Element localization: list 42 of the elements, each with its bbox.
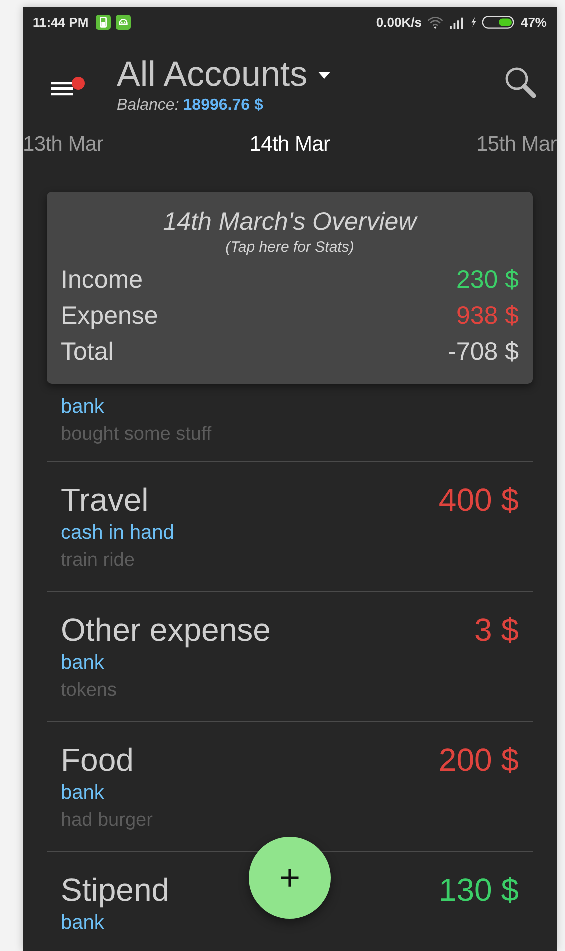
transaction-category: Food — [61, 741, 134, 780]
menu-icon — [51, 82, 73, 96]
charging-icon — [470, 16, 477, 28]
overview-label: Income — [61, 265, 143, 296]
balance-label: Balance: — [117, 97, 180, 114]
search-icon[interactable] — [505, 67, 537, 99]
battery-percent: 47% — [520, 14, 547, 30]
overview-label: Total — [61, 337, 114, 368]
transaction-category: Travel — [61, 481, 149, 520]
transaction-account: bank — [61, 911, 104, 936]
overview-value: -708 $ — [448, 337, 519, 368]
transaction-account: bank — [61, 781, 104, 806]
sim-icon — [96, 14, 111, 30]
overview-value: 230 $ — [456, 265, 519, 296]
transaction-amount: 400 $ — [438, 481, 519, 520]
battery-icon — [482, 16, 516, 28]
signal-icon — [448, 16, 466, 28]
transaction-amount: 3 $ — [474, 611, 519, 650]
network-speed: 0.00K/s — [376, 14, 422, 30]
date-tab[interactable]: 14th Mar — [250, 132, 330, 158]
wifi-icon — [426, 16, 444, 28]
overview-subtitle: (Tap here for Stats) — [224, 239, 356, 256]
transaction-account: cash in hand — [61, 521, 174, 546]
overview-label: Expense — [61, 301, 158, 332]
transaction-amount: 130 $ — [438, 871, 519, 910]
status-time: 11:44 PM — [33, 14, 89, 30]
dropdown-caret-icon — [318, 72, 331, 78]
date-tab[interactable]: 15th Mar — [476, 132, 557, 158]
date-tab[interactable]: 13th Mar — [23, 132, 104, 158]
overview-card[interactable]: 14th March's Overview (Tap here for Stats) Income 230 $ Expense 938 $ Total -708 $ — [47, 192, 533, 384]
transaction-amount: 200 $ — [438, 741, 519, 780]
notification-dot — [72, 77, 85, 90]
transaction-category: Stipend — [61, 871, 170, 910]
overview-title: 14th March's Overview — [162, 208, 419, 237]
account-selector[interactable]: All Accounts — [117, 54, 331, 96]
add-button[interactable]: + — [249, 837, 331, 919]
transaction-account: bank — [61, 395, 104, 420]
transaction-account: bank — [61, 651, 104, 676]
balance-value: 18996.76 $ — [183, 97, 264, 114]
overview-value: 938 $ — [456, 301, 519, 332]
android-icon — [116, 14, 131, 30]
transaction-category: Other expense — [61, 611, 271, 650]
